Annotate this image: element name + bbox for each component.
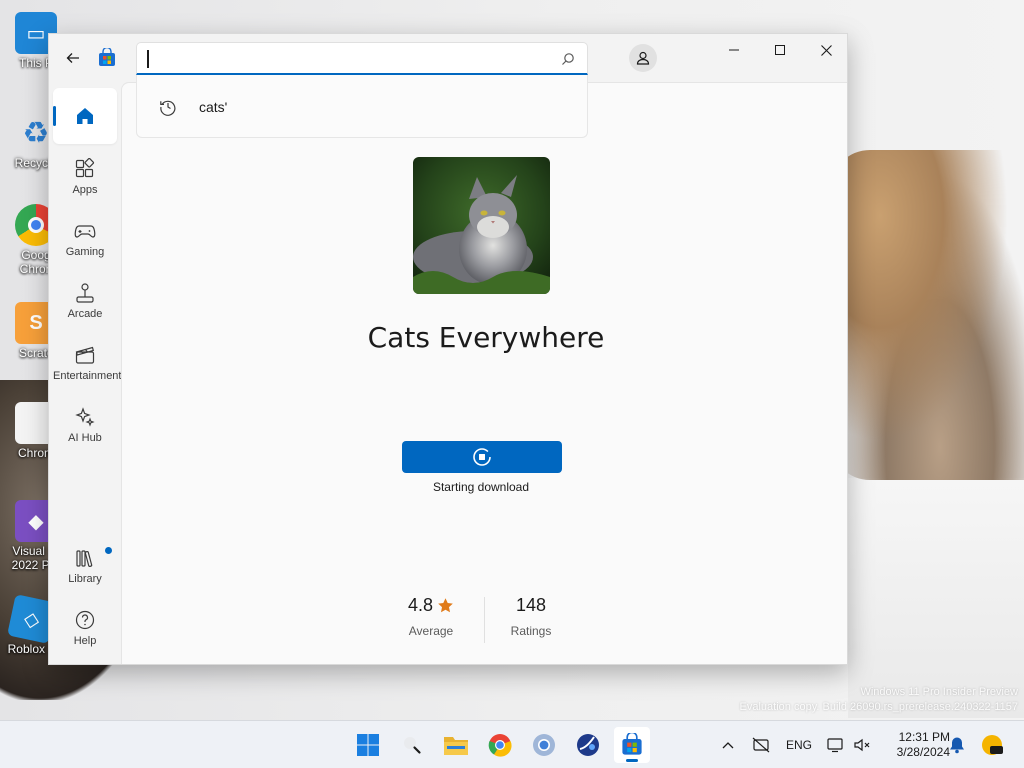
ratings-count-value: 148 (515, 595, 547, 615)
watermark-line: Evaluation copy. Build 26090.rs_prerelea… (739, 701, 1018, 713)
nav-label: Entertainment (53, 370, 122, 382)
nav-item-arcade[interactable]: Arcade (53, 274, 117, 330)
suggestion-text: cats' (199, 99, 228, 115)
close-button[interactable] (803, 34, 847, 66)
input-language-button[interactable]: ENG (784, 733, 814, 757)
browser-icon (577, 734, 599, 756)
search-box[interactable] (136, 42, 588, 75)
taskbar-search-button[interactable] (394, 727, 430, 763)
app-title: Cats Everywhere (367, 321, 605, 354)
display-button[interactable] (826, 733, 846, 757)
rating-value: 4.8 (407, 595, 434, 615)
suggestion-item[interactable]: cats' (137, 75, 587, 137)
active-indicator (53, 106, 56, 126)
network-status-button[interactable] (750, 733, 772, 757)
nav-item-entertainment[interactable]: Entertainment (53, 336, 122, 392)
nav-label: Gaming (65, 246, 105, 258)
watermark-line: Windows 11 Pro Insider Preview (860, 686, 1018, 698)
clock[interactable]: 12:31 PM 3/28/2024 (878, 730, 950, 760)
app-icon-image (413, 157, 550, 294)
clock-time: 12:31 PM (898, 730, 950, 744)
back-button[interactable] (61, 46, 85, 70)
maximize-button[interactable] (757, 34, 803, 66)
cat-photo-icon (413, 157, 550, 294)
start-button[interactable] (350, 727, 386, 763)
file-explorer-icon (444, 737, 468, 755)
monitor-icon (827, 738, 843, 753)
arrow-left-icon (66, 53, 79, 63)
clock-date: 3/28/2024 (896, 745, 950, 759)
apps-icon (75, 158, 95, 178)
clapperboard-icon (75, 346, 95, 364)
no-network-icon (752, 737, 770, 753)
home-icon (77, 108, 93, 124)
nav-label: Help (73, 635, 97, 647)
notifications-button[interactable] (946, 733, 968, 757)
nav-label: Arcade (67, 308, 103, 320)
search-suggestions: cats' (136, 75, 588, 138)
minimize-icon (729, 49, 739, 51)
maximize-icon (775, 45, 785, 55)
chrome-taskbar-button[interactable] (482, 727, 518, 763)
nav-label: Apps (72, 184, 98, 196)
rating-stats: 4.8 Average 148 Ratings (386, 595, 586, 645)
nav-item-home[interactable] (53, 88, 117, 144)
nav-item-library[interactable]: Library (53, 539, 117, 595)
stop-download-button[interactable] (402, 441, 562, 473)
nav-label: AI Hub (68, 432, 102, 444)
widgets-button[interactable] (978, 733, 1006, 757)
search-input[interactable] (147, 48, 547, 70)
library-icon (76, 550, 93, 568)
app-detail-pane: Cats Everywhere Starting download 4.8 Av… (121, 82, 847, 664)
search-icon[interactable] (561, 52, 575, 66)
store-logo-icon (97, 46, 117, 68)
user-icon (636, 51, 650, 65)
store-icon (622, 733, 642, 755)
chrome-alt-taskbar-button[interactable] (526, 727, 562, 763)
wallpaper-cat-right (830, 150, 1024, 480)
ratings-caption: Ratings (510, 624, 552, 638)
nav-label: Library (68, 573, 102, 585)
volume-button[interactable] (852, 733, 872, 757)
os-watermark: Windows 11 Pro Insider Preview Evaluatio… (740, 685, 1018, 715)
text-caret (147, 50, 149, 68)
nav-item-gaming[interactable]: Gaming (53, 212, 117, 268)
show-hidden-icons-button[interactable] (718, 733, 738, 757)
insider-preview-icon (982, 735, 1003, 755)
stop-progress-icon (473, 448, 491, 466)
browser-taskbar-button[interactable] (570, 727, 606, 763)
sparkle-icon (75, 407, 95, 427)
chrome-icon (488, 734, 512, 757)
download-status: Starting download (432, 480, 530, 494)
file-explorer-button[interactable] (438, 727, 474, 763)
minimize-button[interactable] (711, 34, 757, 66)
joystick-icon (76, 283, 94, 303)
rating-caption: Average (408, 624, 454, 638)
gamepad-icon (74, 225, 96, 238)
start-icon (357, 734, 379, 756)
wallpaper-ledge (848, 478, 1024, 718)
ratings-count: 148 Ratings (486, 595, 576, 638)
help-icon (75, 610, 95, 630)
close-icon (820, 44, 832, 56)
account-button[interactable] (629, 44, 657, 72)
history-icon (160, 100, 176, 116)
search-icon (404, 737, 421, 754)
speaker-muted-icon (854, 738, 870, 752)
store-window: cats' Apps Gaming Arcade Entertainment A… (48, 33, 848, 665)
nav-item-help[interactable]: Help (53, 601, 117, 657)
star-icon (438, 598, 453, 613)
store-taskbar-button[interactable] (614, 727, 650, 763)
nav-rail: Apps Gaming Arcade Entertainment AI Hub … (49, 82, 122, 664)
bell-icon (950, 737, 964, 754)
nav-item-ai-hub[interactable]: AI Hub (53, 398, 117, 454)
nav-item-apps[interactable]: Apps (53, 150, 117, 206)
taskbar: ENG 12:31 PM 3/28/2024 (0, 720, 1024, 768)
average-rating: 4.8 Average (386, 595, 476, 638)
chrome-alt-icon (533, 734, 555, 756)
stats-divider (484, 597, 485, 643)
notification-dot (105, 547, 112, 554)
chevron-up-icon (722, 742, 734, 749)
